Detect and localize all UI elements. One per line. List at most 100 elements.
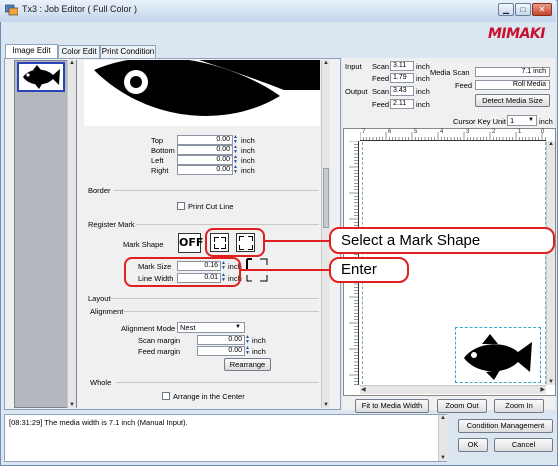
scan-margin-label: Scan margin bbox=[138, 336, 181, 345]
close-icon: ✕ bbox=[538, 5, 546, 14]
right-margin-label: Right bbox=[151, 166, 169, 175]
scroll-up-icon[interactable]: ▲ bbox=[68, 60, 76, 66]
fish-preview-icon bbox=[94, 60, 320, 116]
mark-shape-off-button[interactable]: OFF bbox=[178, 233, 203, 253]
log-scroll-up-icon[interactable]: ▲ bbox=[439, 415, 447, 421]
scroll-down-icon[interactable]: ▼ bbox=[68, 402, 76, 408]
alignment-divider bbox=[124, 311, 319, 312]
alignment-mode-label: Alignment Mode bbox=[121, 324, 176, 333]
ruler-num-0: 0 bbox=[541, 129, 545, 135]
alignment-section-label: Alignment bbox=[90, 307, 124, 316]
cancel-button[interactable]: Cancel bbox=[494, 438, 553, 452]
minimize-button[interactable]: ▁ bbox=[498, 3, 514, 16]
output-feed-label: Feed bbox=[372, 100, 390, 109]
top-margin-field[interactable]: 0.00 bbox=[177, 135, 233, 145]
form-scroll-up-icon[interactable]: ▲ bbox=[322, 60, 330, 66]
arrange-center-checkbox[interactable] bbox=[162, 392, 170, 400]
tab-print-condition[interactable]: Print Condition bbox=[100, 45, 156, 59]
top-margin-unit: inch bbox=[241, 136, 255, 145]
media-feed-label: Feed bbox=[455, 81, 473, 90]
cursor-key-unit-unit: inch bbox=[539, 117, 553, 126]
canvas-hscrollbar[interactable]: ◀ ▶ bbox=[360, 385, 546, 394]
canvas-scroll-down-icon[interactable]: ▼ bbox=[547, 379, 555, 385]
scan-margin-field[interactable]: 0.00 bbox=[197, 335, 245, 345]
zoom-out-button[interactable]: Zoom Out bbox=[437, 399, 487, 413]
left-margin-unit: inch bbox=[241, 156, 255, 165]
log-scrollbar[interactable]: ▲ ▼ bbox=[438, 415, 447, 461]
right-margin-field[interactable]: 0.00 bbox=[177, 165, 233, 175]
input-feed-unit: inch bbox=[416, 74, 430, 83]
media-feed-field[interactable]: Roll Media bbox=[475, 80, 550, 90]
input-feed-field: 1.79 bbox=[390, 73, 414, 83]
job-thumbnail[interactable] bbox=[17, 62, 65, 92]
feed-margin-spinner-icon[interactable]: ▲ ▼ bbox=[245, 346, 250, 356]
placed-image[interactable] bbox=[455, 327, 541, 383]
form-scroll-down-icon[interactable]: ▼ bbox=[322, 402, 330, 408]
cursor-dropdown-arrow-icon: ▼ bbox=[528, 117, 534, 123]
thumbnail-scrollbar[interactable]: ▲ ▼ bbox=[67, 60, 76, 408]
input-scan-label: Scan bbox=[372, 62, 390, 71]
alignment-mode-value: Nest bbox=[180, 323, 196, 332]
zoom-in-button[interactable]: Zoom In bbox=[494, 399, 544, 413]
ruler-num-4: 4 bbox=[440, 129, 444, 135]
bottom-margin-field[interactable]: 0.00 bbox=[177, 145, 233, 155]
bottom-margin-label: Bottom bbox=[151, 146, 175, 155]
cursor-key-unit-value: 1 bbox=[510, 116, 515, 125]
output-feed-field: 2.11 bbox=[390, 99, 414, 109]
canvas-scroll-right-icon[interactable]: ▶ bbox=[540, 386, 545, 393]
input-feed-label: Feed bbox=[372, 74, 390, 83]
tab-image-edit[interactable]: Image Edit bbox=[5, 44, 58, 59]
mimaki-logo: MIMAKI bbox=[488, 26, 545, 42]
fit-media-width-button[interactable]: Fit to Media Width bbox=[355, 399, 429, 413]
print-cut-line-checkbox[interactable] bbox=[177, 202, 185, 210]
ruler-num-6: 6 bbox=[388, 129, 392, 135]
canvas-scroll-left-icon[interactable]: ◀ bbox=[361, 386, 366, 393]
log-message: [08:31:29] The media width is 7.1 inch (… bbox=[9, 418, 188, 427]
alignment-mode-dropdown[interactable]: Nest ▼ bbox=[177, 322, 245, 333]
cursor-key-unit-dropdown[interactable]: 1 ▼ bbox=[507, 115, 537, 126]
scan-margin-unit: inch bbox=[252, 336, 266, 345]
rearrange-button[interactable]: Rearrange bbox=[224, 358, 271, 371]
ruler-num-3: 3 bbox=[466, 129, 470, 135]
form-scroll-thumb[interactable] bbox=[323, 168, 329, 228]
mark-shape-label: Mark Shape bbox=[123, 240, 164, 249]
log-scroll-down-icon[interactable]: ▼ bbox=[439, 455, 447, 461]
left-margin-field[interactable]: 0.00 bbox=[177, 155, 233, 165]
canvas-vscrollbar[interactable]: ▲ ▼ bbox=[546, 141, 555, 385]
whole-divider bbox=[116, 382, 319, 383]
maximize-icon: □ bbox=[520, 5, 526, 14]
ruler-num-2: 2 bbox=[492, 129, 496, 135]
mark-shape-highlight bbox=[205, 228, 265, 257]
app-icon bbox=[5, 4, 18, 16]
condition-management-button[interactable]: Condition Management bbox=[458, 419, 553, 433]
top-margin-label: Top bbox=[151, 136, 164, 145]
cursor-key-unit-label: Cursor Key Unit bbox=[453, 117, 506, 126]
register-mark-divider bbox=[136, 224, 319, 225]
close-button[interactable]: ✕ bbox=[532, 3, 552, 16]
maximize-button[interactable]: □ bbox=[515, 3, 531, 16]
mark-shape-callout-line bbox=[265, 240, 329, 242]
media-scan-field[interactable]: 7.1 inch bbox=[475, 67, 550, 77]
mark-size-highlight bbox=[124, 257, 241, 287]
dropdown-arrow-icon: ▼ bbox=[235, 324, 241, 330]
input-scan-unit: inch bbox=[416, 62, 430, 71]
layout-section-label: Layout bbox=[88, 294, 111, 303]
placed-fish-icon bbox=[464, 334, 532, 380]
right-margin-spinner-icon[interactable]: ▲ ▼ bbox=[233, 165, 238, 175]
tab-color-edit[interactable]: Color Edit bbox=[58, 45, 100, 59]
left-margin-label: Left bbox=[151, 156, 164, 165]
input-label: Input bbox=[345, 62, 362, 71]
message-log: [08:31:29] The media width is 7.1 inch (… bbox=[4, 414, 447, 462]
detect-media-size-button[interactable]: Detect Media Size bbox=[475, 94, 550, 107]
print-cut-line-label: Print Cut Line bbox=[188, 202, 234, 211]
ok-button[interactable]: OK bbox=[458, 438, 488, 452]
enter-callout-line bbox=[241, 269, 329, 271]
output-scan-unit: inch bbox=[416, 87, 430, 96]
canvas-scroll-up-icon[interactable]: ▲ bbox=[547, 141, 555, 147]
arrange-center-label: Arrange in the Center bbox=[173, 392, 245, 401]
output-label: Output bbox=[345, 87, 368, 96]
scan-margin-spinner-icon[interactable]: ▲ ▼ bbox=[245, 335, 250, 345]
border-section-label: Border bbox=[88, 186, 111, 195]
feed-margin-field[interactable]: 0.00 bbox=[197, 346, 245, 356]
output-scan-label: Scan bbox=[372, 87, 390, 96]
